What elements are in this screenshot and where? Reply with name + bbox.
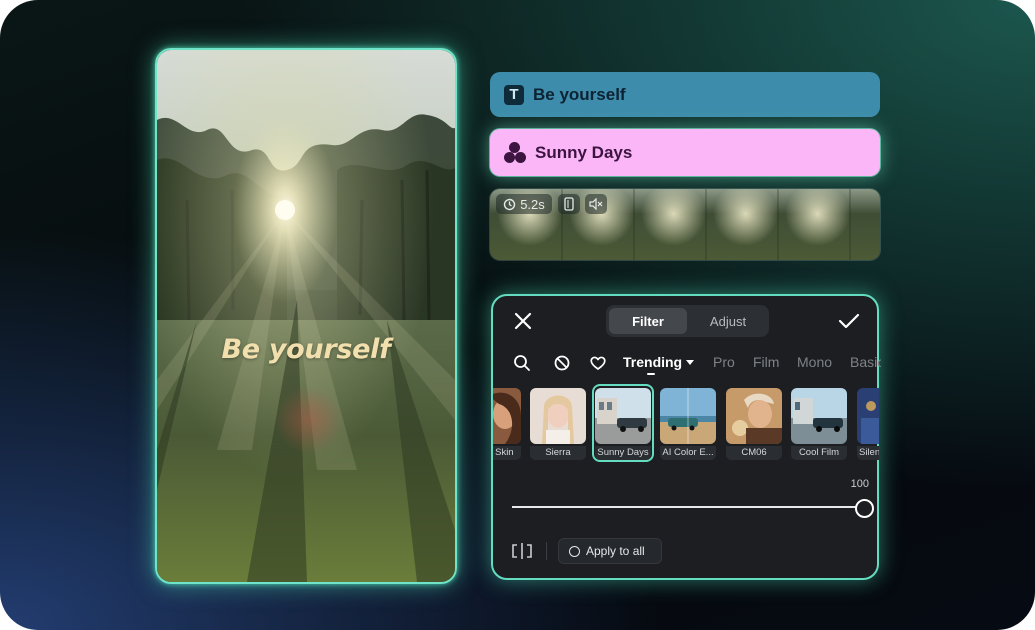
filter-label-cm06: CM06 <box>726 446 782 460</box>
filter-label-sierra: Sierra <box>530 446 586 460</box>
filter-thumb-cool-film[interactable] <box>791 388 847 444</box>
filter-thumb-silent[interactable] <box>857 388 879 444</box>
filter-circles-icon <box>504 141 526 164</box>
phone-frame-icon[interactable] <box>558 194 580 214</box>
tab-adjust[interactable]: Adjust <box>690 308 766 334</box>
divider <box>546 542 547 560</box>
filter-thumb-cm06[interactable] <box>726 388 782 444</box>
filter-track[interactable]: Sunny Days <box>490 129 880 176</box>
timer-icon <box>504 198 516 210</box>
mute-icon[interactable] <box>585 194 607 214</box>
forest-sunrise-photo <box>157 50 455 582</box>
filter-thumbnail-strip: Pure Skin Sierra Sunny Days AI Color E..… <box>493 388 879 462</box>
intensity-slider-thumb[interactable] <box>854 499 874 518</box>
radio-circle-icon <box>569 545 580 557</box>
chevron-down-icon[interactable] <box>685 359 695 367</box>
filter-label-silent: Silent <box>857 446 879 460</box>
filter-categories: Trending Pro Film Mono Basic <box>493 350 881 376</box>
close-icon[interactable] <box>514 312 532 330</box>
search-icon[interactable] <box>513 354 531 372</box>
filter-thumb-sierra[interactable] <box>530 388 586 444</box>
preview-text-overlay[interactable]: Be yourself <box>157 334 455 365</box>
no-filter-icon[interactable] <box>553 354 571 372</box>
duration-badge: 5.2s <box>496 194 552 214</box>
active-category-indicator <box>647 373 655 375</box>
filter-adjust-toggle: Filter Adjust <box>606 305 769 337</box>
intensity-value: 100 <box>850 478 869 490</box>
category-trending[interactable]: Trending <box>623 354 682 370</box>
filter-track-label: Sunny Days <box>535 142 633 162</box>
filter-thumb-ai-color[interactable] <box>660 388 716 444</box>
video-track[interactable]: 5.2s <box>490 189 880 260</box>
category-basic[interactable]: Basic <box>850 354 881 370</box>
favorites-heart-icon[interactable] <box>589 354 607 372</box>
filter-thumb-pure-skin[interactable] <box>493 388 521 444</box>
apply-to-all-button[interactable]: Apply to all <box>558 538 662 564</box>
text-track-label: Be yourself <box>533 84 626 104</box>
selected-filter-outline <box>592 384 654 462</box>
apply-to-all-label: Apply to all <box>586 544 645 558</box>
text-track[interactable]: T Be yourself <box>490 72 880 117</box>
filter-panel: Filter Adjust Trending Pro Film Mono Bas… <box>491 294 881 580</box>
checkmark-icon[interactable] <box>838 312 860 330</box>
app-canvas: Be yourself T Be yourself Sunny Days 5.2… <box>0 0 1035 630</box>
filter-label-pure-skin: Pure Skin <box>493 446 521 460</box>
category-pro[interactable]: Pro <box>713 354 735 370</box>
intensity-slider-track[interactable] <box>512 506 862 508</box>
category-film[interactable]: Film <box>753 354 779 370</box>
duration-label: 5.2s <box>520 196 545 212</box>
category-mono[interactable]: Mono <box>797 354 832 370</box>
video-preview[interactable]: Be yourself <box>155 48 457 584</box>
tab-filter[interactable]: Filter <box>609 308 687 334</box>
compare-split-icon[interactable] <box>511 542 533 560</box>
filter-label-cool-film: Cool Film <box>791 446 847 460</box>
text-t-icon: T <box>504 84 524 105</box>
filter-label-ai-color: AI Color E... <box>660 446 716 460</box>
